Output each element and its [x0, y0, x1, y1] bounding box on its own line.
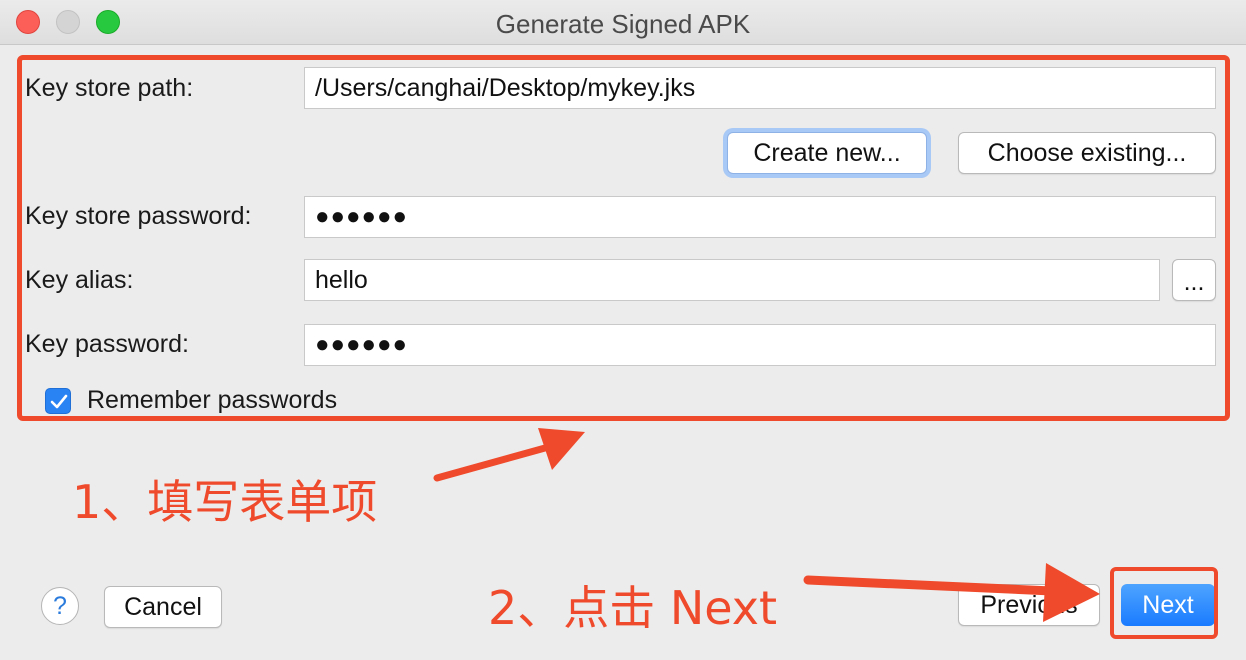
- annotation-arrows: [433, 428, 1100, 622]
- arrow-to-form-icon: [433, 428, 585, 482]
- arrow-to-next-icon: [803, 563, 1100, 622]
